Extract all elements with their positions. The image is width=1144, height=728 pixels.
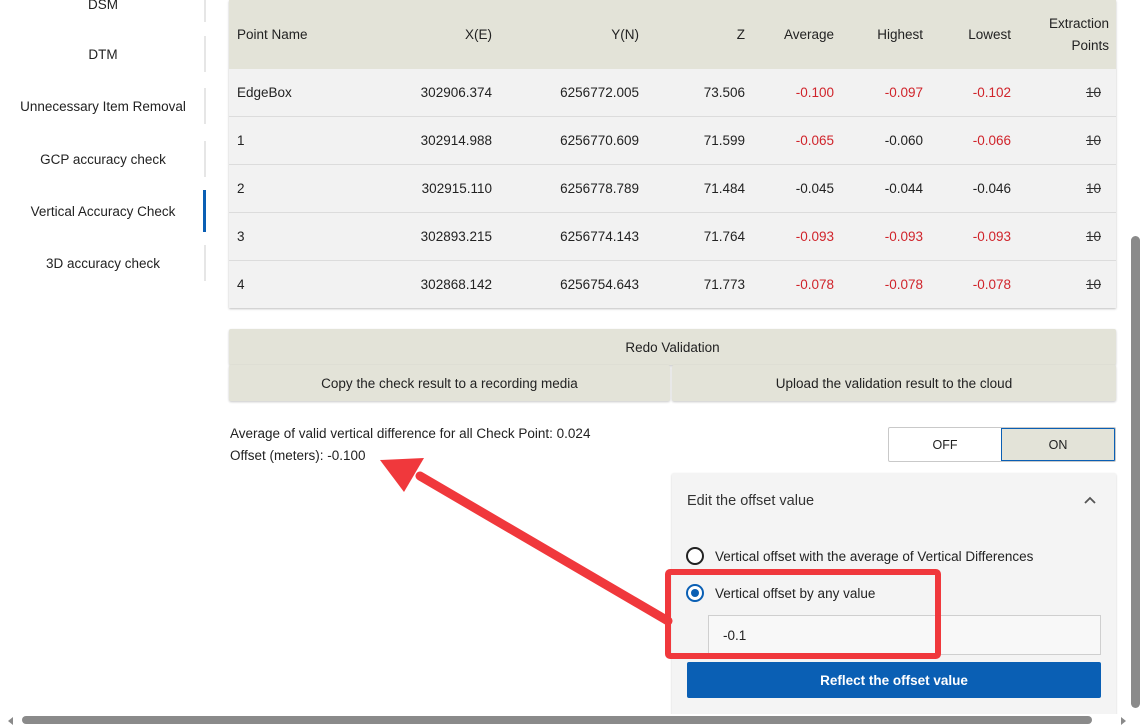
cell-point-name: 1: [237, 133, 245, 148]
radio-option-any-value[interactable]: Vertical offset by any value: [686, 584, 875, 602]
cell-extraction-points: 10: [1085, 229, 1101, 244]
cell-extraction-points: 10: [1085, 133, 1101, 148]
radio-average-label: Vertical offset with the average of Vert…: [715, 548, 1034, 564]
cell-point-name: 2: [237, 181, 245, 196]
cell-x: 302915.110: [421, 181, 492, 196]
copy-result-button[interactable]: Copy the check result to a recording med…: [229, 365, 670, 401]
cell-x: 302914.988: [420, 133, 492, 148]
cell-z: 71.764: [703, 229, 745, 244]
column-header-x: X(E): [465, 27, 492, 42]
sidebar-item-label: GCP accuracy check: [40, 151, 166, 167]
cell-x: 302868.142: [420, 277, 492, 292]
upload-result-button[interactable]: Upload the validation result to the clou…: [672, 365, 1116, 401]
column-header-z: Z: [736, 27, 745, 42]
cell-y: 6256772.005: [560, 85, 639, 100]
toggle-on-button[interactable]: ON: [1001, 428, 1115, 461]
table-row: 2 302915.110 6256778.789 71.484 -0.045 -0.044…: [229, 165, 1116, 213]
radio-any-value[interactable]: [686, 584, 704, 602]
sidebar-item-label: 3D accuracy check: [45, 255, 161, 271]
column-header-extraction-line2: Points: [1071, 37, 1109, 53]
sidebar-item-3d-accuracy-check[interactable]: 3D accuracy check: [0, 241, 206, 285]
offset-value-input[interactable]: [708, 615, 1101, 655]
cell-highest: -0.060: [884, 133, 923, 148]
cell-x: 302893.215: [420, 229, 492, 244]
cell-extraction-points: 10: [1085, 181, 1101, 196]
annotation-arrow-head: [380, 458, 424, 492]
cell-z: 71.484: [703, 181, 745, 196]
cell-average: -0.065: [795, 133, 834, 148]
cell-highest: -0.093: [884, 229, 923, 244]
vertical-scrollbar-thumb[interactable]: [1131, 236, 1140, 708]
chevron-up-icon[interactable]: [1082, 493, 1098, 509]
column-header-highest: Highest: [877, 27, 923, 42]
cell-x: 302906.374: [420, 85, 492, 100]
edit-offset-title: Edit the offset value: [687, 493, 815, 509]
radio-average[interactable]: [686, 547, 704, 565]
sidebar-item-label: DSM: [88, 0, 118, 12]
column-header-point-name: Point Name: [237, 27, 308, 42]
table-row: 3 302893.215 6256774.143 71.764 -0.093 -0.093…: [229, 213, 1116, 261]
scroll-right-icon[interactable]: [1118, 716, 1128, 726]
table-row: 1 302914.988 6256770.609 71.599 -0.065 -0.060…: [229, 117, 1116, 165]
results-table: Point Name X(E) Y(N) Z Average Highest L…: [229, 0, 1116, 308]
reflect-offset-button[interactable]: Reflect the offset value: [687, 662, 1101, 698]
cell-lowest: -0.046: [972, 181, 1011, 196]
table-header: Point Name X(E) Y(N) Z Average Highest L…: [229, 0, 1116, 69]
column-header-extraction-line1: Extraction: [1048, 15, 1109, 31]
cell-lowest: -0.093: [972, 229, 1011, 244]
cell-z: 73.506: [703, 85, 745, 100]
table-row: 4 302868.142 6256754.643 71.773 -0.078 -0.078…: [229, 261, 1116, 308]
sidebar-item-unnecessary-item-removal[interactable]: Unnecessary Item Removal: [0, 84, 206, 128]
cell-z: 71.773: [703, 277, 745, 292]
cell-y: 6256774.143: [560, 229, 639, 244]
cell-y: 6256778.789: [560, 181, 639, 196]
cell-highest: -0.097: [884, 85, 923, 100]
cell-point-name: 4: [237, 277, 245, 292]
cell-highest: -0.044: [884, 181, 923, 196]
column-header-y: Y(N): [611, 27, 639, 42]
redo-validation-button[interactable]: Redo Validation: [229, 329, 1116, 365]
horizontal-scrollbar-thumb[interactable]: [22, 716, 1092, 724]
sidebar-item-dsm[interactable]: DSM: [0, 0, 206, 26]
cell-point-name: EdgeBox: [237, 85, 292, 100]
cell-y: 6256770.609: [560, 133, 639, 148]
table-row: EdgeBox 302906.374 6256772.005 73.506 -0.100…: [229, 69, 1116, 117]
cell-average: -0.093: [795, 229, 834, 244]
cell-lowest: -0.102: [972, 85, 1011, 100]
edit-offset-panel: Edit the offset value Vertical offset wi…: [672, 473, 1116, 718]
column-header-extraction-points: Extraction Points: [1019, 0, 1109, 69]
cell-extraction-points: 10: [1085, 277, 1101, 292]
sidebar-item-label: Vertical Accuracy Check: [30, 203, 176, 219]
sidebar-item-dtm[interactable]: DTM: [0, 32, 206, 76]
sidebar-item-label: Unnecessary Item Removal: [20, 98, 186, 114]
column-header-average: Average: [783, 27, 834, 42]
cell-average: -0.100: [795, 85, 834, 100]
offset-meters-text: Offset (meters): -0.100: [230, 448, 366, 463]
offset-toggle: OFF ON: [888, 427, 1116, 462]
annotation-arrow-shaft: [415, 471, 673, 626]
scroll-left-icon[interactable]: [6, 716, 16, 726]
cell-lowest: -0.078: [972, 277, 1011, 292]
sidebar-item-vertical-accuracy-check[interactable]: Vertical Accuracy Check: [0, 189, 206, 233]
cell-average: -0.045: [795, 181, 834, 196]
sidebar-nav: DSM DTM Unnecessary Item Removal GCP acc…: [0, 0, 206, 290]
cell-z: 71.599: [703, 133, 745, 148]
radio-any-value-label: Vertical offset by any value: [715, 585, 876, 601]
cell-lowest: -0.066: [972, 133, 1011, 148]
cell-point-name: 3: [237, 229, 245, 244]
sidebar-item-gcp-accuracy-check[interactable]: GCP accuracy check: [0, 137, 206, 181]
cell-y: 6256754.643: [560, 277, 639, 292]
sidebar-item-label: DTM: [88, 46, 118, 62]
cell-average: -0.078: [795, 277, 834, 292]
toggle-off-button[interactable]: OFF: [889, 428, 1001, 461]
column-header-lowest: Lowest: [968, 27, 1011, 42]
cell-highest: -0.078: [884, 277, 923, 292]
cell-extraction-points: 10: [1085, 85, 1101, 100]
average-vertical-difference-text: Average of valid vertical difference for…: [230, 426, 591, 441]
radio-option-average[interactable]: Vertical offset with the average of Vert…: [686, 547, 1033, 565]
